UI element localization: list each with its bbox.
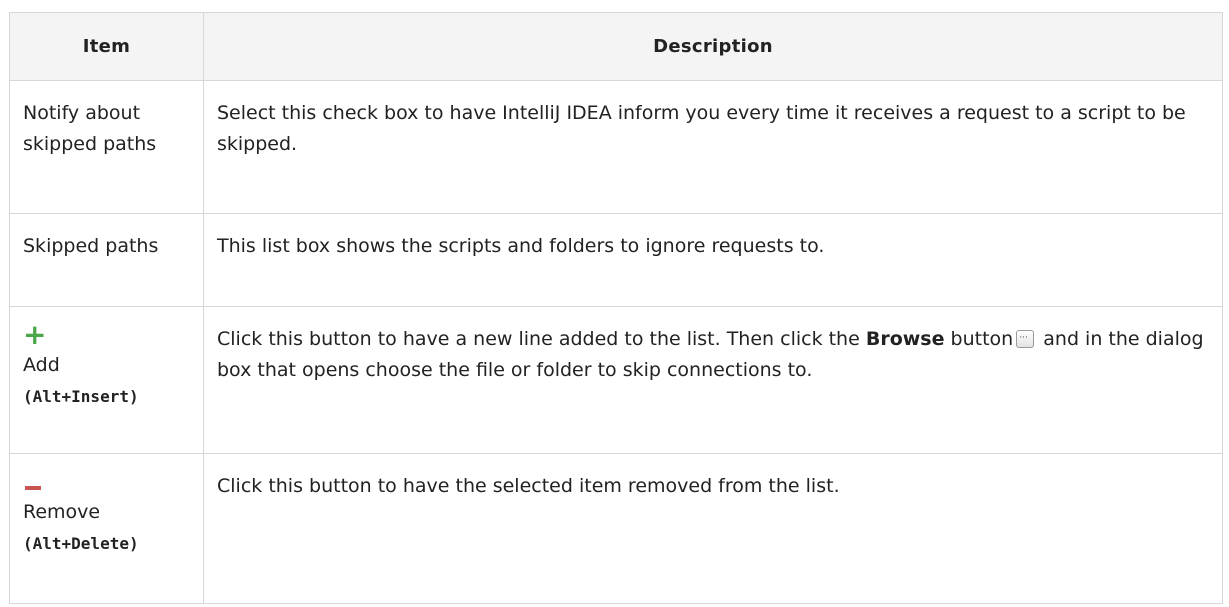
add-shortcut: (Alt+Insert) — [23, 387, 139, 406]
browse-keyword: Browse — [865, 328, 945, 350]
add-label: Add — [23, 354, 60, 376]
plus-icon: + — [23, 318, 47, 351]
item-cell: Notify about skipped paths — [9, 80, 204, 214]
item-cell: Remove (Alt+Delete) — [9, 453, 204, 604]
description-text: Click this button to have a new line add… — [217, 328, 866, 350]
table-row: + Add (Alt+Insert) Click this button to … — [9, 306, 1223, 454]
item-column-header: Item — [9, 12, 204, 81]
item-cell: + Add (Alt+Insert) — [9, 306, 204, 454]
description-text: button — [944, 328, 1014, 350]
browse-icon: ··· — [1016, 330, 1035, 348]
description-column-header: Description — [203, 12, 1223, 81]
remove-label: Remove — [23, 501, 101, 523]
table-header-row: Item Description — [9, 12, 1223, 81]
table-row: Skipped paths This list box shows the sc… — [9, 213, 1223, 307]
properties-table: Item Description Notify about skipped pa… — [9, 12, 1223, 604]
description-cell: Select this check box to have IntelliJ I… — [203, 80, 1223, 214]
description-cell: This list box shows the scripts and fold… — [203, 213, 1223, 307]
table-row: Remove (Alt+Delete) Click this button to… — [9, 453, 1223, 604]
minus-icon — [25, 486, 41, 490]
remove-shortcut: (Alt+Delete) — [23, 534, 139, 553]
description-cell: Click this button to have the selected i… — [203, 453, 1223, 604]
table-row: Notify about skipped paths Select this c… — [9, 80, 1223, 214]
item-cell: Skipped paths — [9, 213, 204, 307]
description-cell: Click this button to have a new line add… — [203, 306, 1223, 454]
